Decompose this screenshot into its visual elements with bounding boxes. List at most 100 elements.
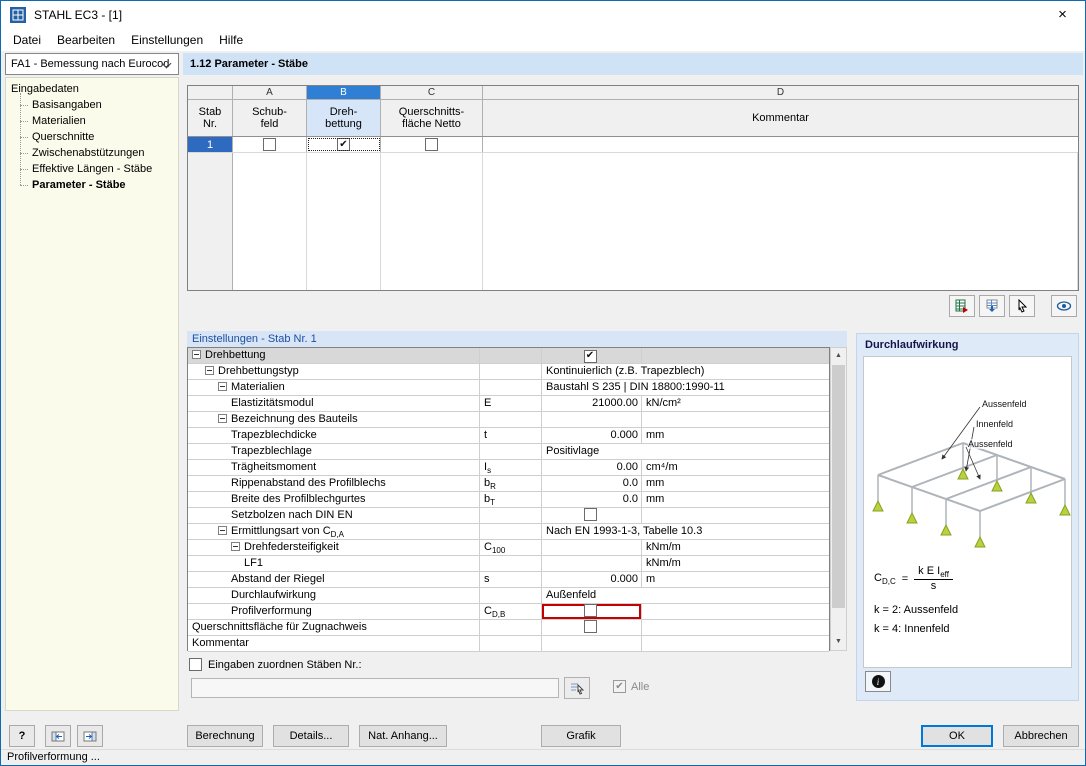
settings-value[interactable]: Außenfeld bbox=[542, 588, 829, 603]
column-letter-d[interactable]: D bbox=[483, 86, 1078, 99]
settings-row[interactable]: Drehbettung bbox=[188, 348, 829, 364]
view-graphic-icon[interactable] bbox=[1051, 295, 1077, 317]
settings-value[interactable] bbox=[542, 508, 642, 523]
cell-drehbettung[interactable] bbox=[307, 137, 381, 152]
settings-value[interactable] bbox=[542, 620, 642, 635]
settings-scrollbar[interactable]: ▲ ▼ bbox=[830, 347, 847, 651]
settings-value[interactable] bbox=[542, 540, 642, 555]
excel-export-icon[interactable] bbox=[949, 295, 975, 317]
checkbox[interactable] bbox=[263, 138, 276, 151]
settings-row[interactable]: Breite des Profilblechgurtes bT 0.0 mm bbox=[188, 492, 829, 508]
sidebar-root[interactable]: Eingabedaten bbox=[11, 81, 178, 97]
settings-label-text: Breite des Profilblechgurtes bbox=[231, 493, 366, 505]
settings-row[interactable]: Bezeichnung des Bauteils bbox=[188, 412, 829, 428]
settings-value[interactable] bbox=[542, 604, 642, 619]
pick-rows-icon[interactable] bbox=[1009, 295, 1035, 317]
settings-row[interactable]: Setzbolzen nach DIN EN bbox=[188, 508, 829, 524]
sidebar-item[interactable]: Basisangaben bbox=[11, 97, 178, 113]
abbrechen-button[interactable]: Abbrechen bbox=[1003, 725, 1079, 747]
settings-row[interactable]: Ermittlungsart von CD,A Nach EN 1993-1-3,… bbox=[188, 524, 829, 540]
scrollbar-thumb[interactable] bbox=[832, 365, 845, 608]
tree-expander-icon[interactable] bbox=[192, 350, 201, 359]
checkbox[interactable] bbox=[583, 508, 597, 521]
sidebar-item[interactable]: Effektive Längen - Stäbe bbox=[11, 161, 178, 177]
column-letter-b[interactable]: B bbox=[307, 86, 381, 99]
corner-cell[interactable] bbox=[188, 86, 233, 99]
settings-row[interactable]: Querschnittsfläche für Zugnachweis bbox=[188, 620, 829, 636]
checkbox[interactable] bbox=[337, 138, 350, 151]
pick-members-icon[interactable] bbox=[564, 677, 590, 699]
sidebar-item[interactable]: Materialien bbox=[11, 113, 178, 129]
assign-members-input[interactable] bbox=[191, 678, 559, 698]
case-dropdown[interactable]: FA1 - Bemessung nach Eurocod bbox=[5, 53, 179, 75]
settings-row[interactable]: Trägheitsmoment Is 0.00 cm⁴/m bbox=[188, 460, 829, 476]
settings-value[interactable]: Kontinuierlich (z.B. Trapezblech) bbox=[542, 364, 829, 379]
settings-value[interactable]: 0.000 bbox=[542, 428, 642, 443]
settings-row[interactable]: Profilverformung CD,B bbox=[188, 604, 829, 620]
scroll-down-icon[interactable]: ▼ bbox=[831, 634, 846, 650]
ok-button[interactable]: OK bbox=[921, 725, 993, 747]
checkbox[interactable] bbox=[425, 138, 438, 151]
settings-row[interactable]: Trapezblechdicke t 0.000 mm bbox=[188, 428, 829, 444]
settings-value[interactable]: 0.00 bbox=[542, 460, 642, 475]
column-letter-a[interactable]: A bbox=[233, 86, 307, 99]
settings-row[interactable]: Rippenabstand des Profilblechs bR 0.0 mm bbox=[188, 476, 829, 492]
tree-expander-icon[interactable] bbox=[218, 414, 227, 423]
tree-expander-icon[interactable] bbox=[218, 526, 227, 535]
assign-checkbox[interactable] bbox=[189, 658, 202, 671]
tree-expander-icon[interactable] bbox=[231, 542, 240, 551]
settings-row[interactable]: Durchlaufwirkung Außenfeld bbox=[188, 588, 829, 604]
sidebar-item[interactable]: Zwischenabstützungen bbox=[11, 145, 178, 161]
settings-row[interactable]: LF1 kNm/m bbox=[188, 556, 829, 572]
checkbox[interactable] bbox=[583, 349, 597, 363]
settings-value[interactable] bbox=[542, 556, 642, 571]
settings-value[interactable]: 0.0 bbox=[542, 476, 642, 491]
settings-label: Setzbolzen nach DIN EN bbox=[188, 508, 480, 523]
row-header-1[interactable]: 1 bbox=[188, 137, 233, 152]
dock-panel-right-icon[interactable] bbox=[77, 725, 103, 747]
menu-item-bearbeiten[interactable]: Bearbeiten bbox=[49, 29, 123, 51]
settings-value[interactable]: Baustahl S 235 | DIN 18800:1990-11 bbox=[542, 380, 829, 395]
settings-row[interactable]: Abstand der Riegel s 0.000 m bbox=[188, 572, 829, 588]
grafik-button[interactable]: Grafik bbox=[541, 725, 621, 747]
settings-value[interactable] bbox=[542, 348, 642, 363]
settings-value[interactable]: 0.0 bbox=[542, 492, 642, 507]
scroll-up-icon[interactable]: ▲ bbox=[831, 348, 846, 364]
tree-expander-icon[interactable] bbox=[205, 366, 214, 375]
table-export-icon[interactable] bbox=[979, 295, 1005, 317]
settings-value[interactable]: Positivlage bbox=[542, 444, 829, 459]
settings-row[interactable]: Materialien Baustahl S 235 | DIN 18800:19… bbox=[188, 380, 829, 396]
checkbox[interactable] bbox=[583, 604, 597, 617]
details-button[interactable]: Details... bbox=[273, 725, 349, 747]
settings-value[interactable] bbox=[542, 636, 642, 651]
cell-querschnittsflaeche-netto[interactable] bbox=[381, 137, 483, 152]
settings-label: LF1 bbox=[188, 556, 480, 571]
column-letter-c[interactable]: C bbox=[381, 86, 483, 99]
alle-checkbox[interactable] bbox=[613, 680, 626, 693]
berechnung-button[interactable]: Berechnung bbox=[187, 725, 263, 747]
cell-schubfeld[interactable] bbox=[233, 137, 307, 152]
tree-expander-icon[interactable] bbox=[218, 382, 227, 391]
sidebar-item[interactable]: Querschnitte bbox=[11, 129, 178, 145]
sidebar-item[interactable]: Parameter - Stäbe bbox=[11, 177, 178, 193]
settings-value[interactable]: 0.000 bbox=[542, 572, 642, 587]
settings-row[interactable]: Drehfedersteifigkeit C100 kNm/m bbox=[188, 540, 829, 556]
settings-row[interactable]: Trapezblechlage Positivlage bbox=[188, 444, 829, 460]
settings-unit: kNm/m bbox=[646, 541, 681, 553]
menu-item-einstellungen[interactable]: Einstellungen bbox=[123, 29, 211, 51]
settings-row[interactable]: Kommentar bbox=[188, 636, 829, 652]
settings-value[interactable] bbox=[542, 412, 642, 427]
settings-row[interactable]: Elastizitätsmodul E 21000.00 kN/cm² bbox=[188, 396, 829, 412]
info-button[interactable]: i bbox=[865, 671, 891, 692]
help-button[interactable]: ? bbox=[9, 725, 35, 747]
menu-item-hilfe[interactable]: Hilfe bbox=[211, 29, 251, 51]
settings-row[interactable]: Drehbettungstyp Kontinuierlich (z.B. Trap… bbox=[188, 364, 829, 380]
settings-value[interactable]: 21000.00 bbox=[542, 396, 642, 411]
nat-anhang-button[interactable]: Nat. Anhang... bbox=[359, 725, 447, 747]
menu-item-datei[interactable]: Datei bbox=[5, 29, 49, 51]
cell-kommentar[interactable] bbox=[483, 137, 1078, 152]
checkbox[interactable] bbox=[583, 620, 597, 633]
close-button[interactable]: × bbox=[1040, 1, 1085, 29]
settings-value[interactable]: Nach EN 1993-1-3, Tabelle 10.3 bbox=[542, 524, 829, 539]
dock-panel-left-icon[interactable] bbox=[45, 725, 71, 747]
